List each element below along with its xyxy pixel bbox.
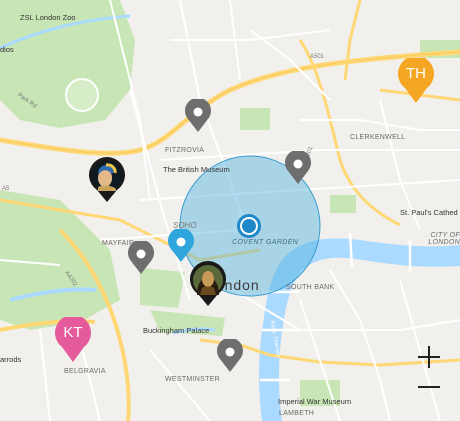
map-pin-icon[interactable] bbox=[284, 149, 312, 185]
th-avatar-marker[interactable]: TH bbox=[397, 58, 435, 104]
barracks-label: arrods bbox=[0, 355, 22, 364]
a5-label: A5 bbox=[2, 186, 10, 192]
st-pauls-label: St. Paul's Cathed bbox=[400, 208, 458, 217]
zoo-label: ZSL London Zoo bbox=[20, 13, 76, 22]
th-initials: TH bbox=[406, 65, 426, 82]
studios-label: dios bbox=[0, 45, 14, 54]
a501-label: A501 bbox=[310, 54, 325, 60]
imperial-war-museum-label: Imperial War Museum bbox=[278, 397, 352, 406]
mona-lisa-marker[interactable] bbox=[189, 261, 227, 307]
zoom-out-button[interactable] bbox=[418, 376, 440, 398]
belgravia-label: BELGRAVIA bbox=[64, 368, 106, 375]
kt-avatar-marker[interactable]: KT bbox=[54, 317, 92, 363]
westminster-label: WESTMINSTER bbox=[165, 376, 221, 383]
british-museum-label: The British Museum bbox=[163, 165, 230, 174]
clerkenwell-label: CLERKENWELL bbox=[350, 134, 406, 141]
user-location-icon[interactable] bbox=[235, 212, 263, 240]
map-view[interactable]: ZSL London Zoo dios Park Rd A5 A4202 A50… bbox=[0, 0, 460, 421]
covent-garden-label: COVENT GARDEN bbox=[232, 239, 299, 246]
selected-pin-icon[interactable] bbox=[167, 227, 195, 263]
buckingham-palace-label: Buckingham Palace bbox=[143, 326, 210, 335]
zoom-in-button[interactable] bbox=[418, 346, 440, 368]
girl-pearl-earring-marker[interactable] bbox=[88, 157, 126, 203]
map-pin-icon[interactable] bbox=[184, 97, 212, 133]
map-pin-icon[interactable] bbox=[127, 239, 155, 275]
south-bank-label: SOUTH BANK bbox=[286, 284, 335, 291]
map-pin-icon[interactable] bbox=[216, 337, 244, 373]
city-of-london-label: CITY OF LONDON bbox=[428, 232, 460, 246]
lambeth-label: LAMBETH bbox=[279, 410, 315, 417]
kt-initials: KT bbox=[63, 324, 83, 341]
fitzrovia-label: FITZROVIA bbox=[165, 147, 205, 154]
